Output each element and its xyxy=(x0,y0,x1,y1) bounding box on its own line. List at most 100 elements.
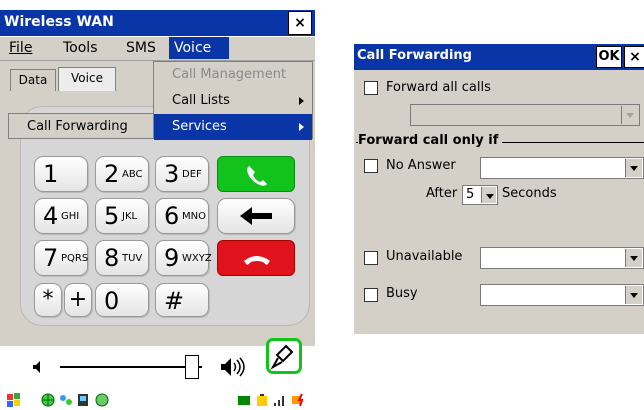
menu-tools[interactable]: Tools xyxy=(58,37,103,59)
dropdown-arrow-icon[interactable] xyxy=(481,187,496,203)
key-digit: 9 xyxy=(164,244,180,272)
unavailable-label: Unavailable xyxy=(386,249,463,264)
menu-item-call-lists[interactable]: Call Lists xyxy=(154,88,312,114)
key-1[interactable]: 1 xyxy=(34,156,88,192)
key-plus[interactable]: + xyxy=(64,283,92,317)
call-lists-label: Call Lists xyxy=(172,93,230,108)
power-icon[interactable] xyxy=(290,392,306,408)
key-hash[interactable]: # xyxy=(155,283,209,317)
connection-icon[interactable] xyxy=(58,392,74,408)
key-letters: TUV xyxy=(122,253,143,264)
unavailable-checkbox[interactable] xyxy=(364,251,378,265)
submenu-arrow-icon xyxy=(299,97,304,105)
forward-all-number-dropdown xyxy=(410,104,640,126)
key-letters: DEF xyxy=(182,169,202,180)
volume-area xyxy=(0,338,315,388)
menu-item-call-forwarding[interactable]: Call Forwarding xyxy=(9,114,153,140)
key-letters: WXYZ xyxy=(182,253,212,264)
dialog-title: Call Forwarding xyxy=(357,48,472,63)
menu-bar: File Tools SMS Voice xyxy=(0,37,315,61)
submenu-arrow-icon xyxy=(299,123,304,131)
dropdown-arrow-icon xyxy=(621,106,638,124)
voice-menu: Call Management Call Lists Services xyxy=(153,61,313,140)
ok-button[interactable]: OK xyxy=(596,46,622,68)
key-5[interactable]: 5 JKL xyxy=(95,198,149,234)
key-digit: 1 xyxy=(43,160,59,188)
volume-slider-track[interactable] xyxy=(60,366,202,368)
tab-voice[interactable]: Voice xyxy=(58,67,116,91)
menu-item-call-management: Call Management xyxy=(172,67,287,82)
wireless-wan-window: Wireless WAN × File Tools SMS Voice Data… xyxy=(0,0,315,410)
close-button[interactable]: × xyxy=(288,11,312,35)
key-0[interactable]: 0 xyxy=(95,283,149,317)
battery-charging-icon[interactable] xyxy=(254,392,270,408)
key-letters: ABC xyxy=(122,169,143,180)
seconds-label: Seconds xyxy=(502,186,557,201)
key-digit: 2 xyxy=(104,160,120,188)
no-answer-label: No Answer xyxy=(386,158,456,173)
key-digit: 7 xyxy=(43,244,59,272)
key-digit: 3 xyxy=(164,160,180,188)
title-bar: Wireless WAN × xyxy=(0,10,315,36)
key-star[interactable]: * xyxy=(34,283,62,317)
menu-sms[interactable]: SMS xyxy=(121,37,161,59)
key-7[interactable]: 7 PQRS xyxy=(34,240,88,276)
after-seconds-dropdown[interactable]: 5 xyxy=(462,185,498,205)
window-title: Wireless WAN xyxy=(4,14,114,30)
dropdown-arrow-icon[interactable] xyxy=(625,249,642,267)
end-call-button[interactable] xyxy=(217,240,295,276)
signal-strength-icon[interactable] xyxy=(272,392,288,408)
menu-voice[interactable]: Voice xyxy=(169,37,229,59)
after-label: After xyxy=(426,186,458,201)
volume-low-icon xyxy=(33,361,40,373)
key-2[interactable]: 2 ABC xyxy=(95,156,149,192)
dialog-close-button[interactable]: × xyxy=(624,46,644,68)
key-letters: GHI xyxy=(61,211,80,222)
key-6[interactable]: 6 MNO xyxy=(155,198,209,234)
busy-checkbox[interactable] xyxy=(364,288,378,302)
busy-label: Busy xyxy=(386,286,418,301)
windows-start-icon[interactable] xyxy=(6,392,22,408)
speaker-toggle-button[interactable] xyxy=(266,338,302,374)
key-digit: 8 xyxy=(104,244,120,272)
dropdown-arrow-icon[interactable] xyxy=(625,286,642,304)
network-globe-icon[interactable] xyxy=(40,392,56,408)
no-answer-checkbox[interactable] xyxy=(364,159,378,173)
backspace-arrow-icon xyxy=(240,207,272,225)
hang-up-icon xyxy=(244,256,270,265)
forward-all-checkbox[interactable] xyxy=(364,81,378,95)
key-letters: JKL xyxy=(122,211,138,222)
forward-if-group-label: Forward call only if xyxy=(358,133,503,148)
tab-data[interactable]: Data xyxy=(10,69,56,91)
menu-file[interactable]: File xyxy=(4,37,37,59)
key-8[interactable]: 8 TUV xyxy=(95,240,149,276)
unavailable-number-dropdown[interactable] xyxy=(480,247,644,269)
key-letters: MNO xyxy=(182,211,206,222)
taskbar xyxy=(0,388,315,410)
volume-high-icon xyxy=(221,357,245,377)
dialog-title-bar: Call Forwarding OK × xyxy=(354,44,644,70)
sync-globe-icon[interactable] xyxy=(94,392,110,408)
key-3[interactable]: 3 DEF xyxy=(155,156,209,192)
volume-slider-thumb[interactable] xyxy=(185,355,199,379)
menu-item-services[interactable]: Services xyxy=(154,114,312,140)
phone-icon xyxy=(247,166,267,186)
key-4[interactable]: 4 GHI xyxy=(34,198,88,234)
backspace-button[interactable] xyxy=(217,198,295,234)
after-seconds-value: 5 xyxy=(466,187,475,202)
phone-status-icon[interactable] xyxy=(236,392,252,408)
device-icon[interactable] xyxy=(76,392,92,408)
key-digit: 6 xyxy=(164,202,180,230)
key-digit: # xyxy=(164,287,185,315)
no-answer-number-dropdown[interactable] xyxy=(480,157,644,179)
microphone-icon xyxy=(270,344,294,370)
key-digit: 0 xyxy=(104,287,120,315)
forward-all-label: Forward all calls xyxy=(386,80,491,95)
call-forwarding-dialog: Call Forwarding OK × Forward all calls F… xyxy=(354,44,644,334)
key-digit: 4 xyxy=(43,202,59,230)
call-button[interactable] xyxy=(217,156,295,192)
key-9[interactable]: 9 WXYZ xyxy=(155,240,212,276)
dropdown-arrow-icon[interactable] xyxy=(625,159,642,177)
key-digit: 5 xyxy=(104,202,120,230)
busy-number-dropdown[interactable] xyxy=(480,284,644,306)
